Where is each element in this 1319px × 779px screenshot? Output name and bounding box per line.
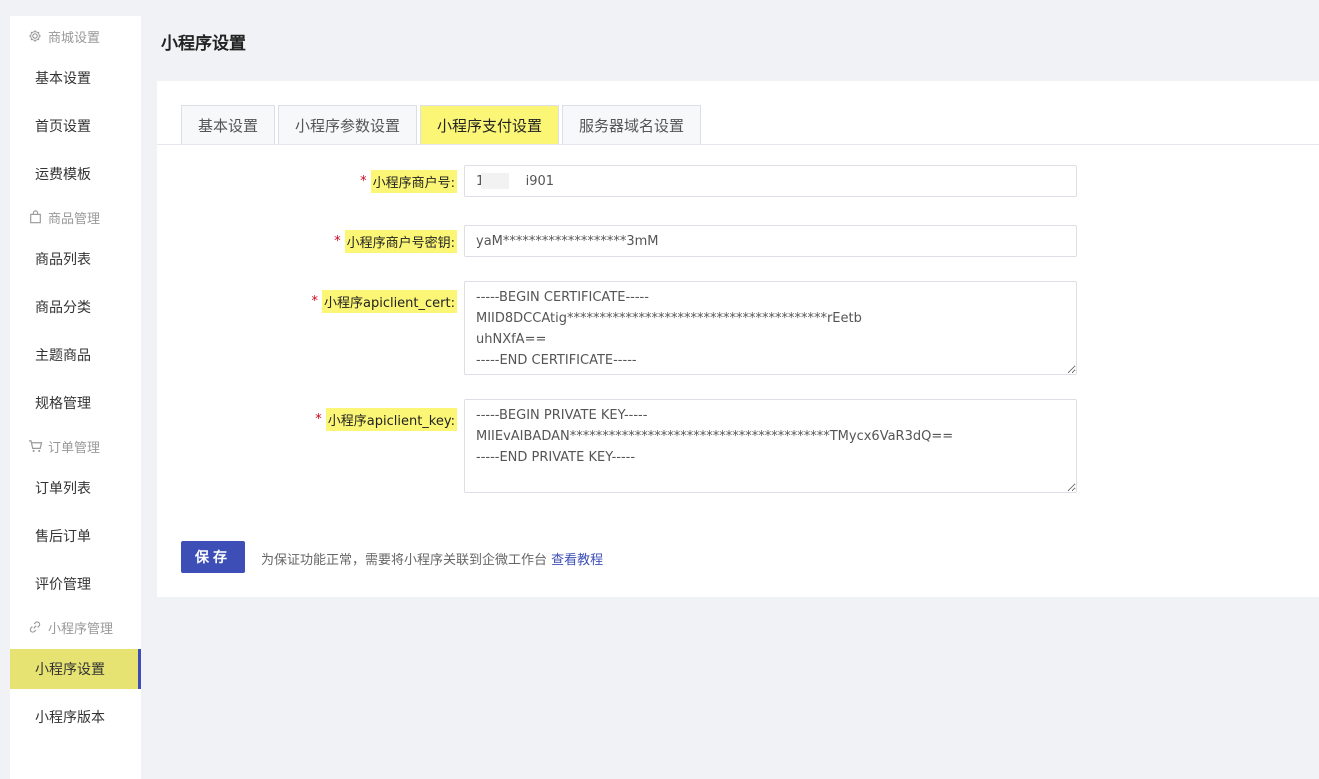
tab-miniprogram-params[interactable]: 小程序参数设置 bbox=[278, 105, 418, 144]
apiclient-key-label-text: 小程序apiclient_key: bbox=[325, 407, 457, 431]
sidebar-item-order-list[interactable]: 订单列表 bbox=[10, 468, 141, 508]
merchant-key-label-text: 小程序商户号密钥: bbox=[344, 229, 457, 253]
link-icon bbox=[27, 619, 43, 635]
sidebar-item-basic-settings[interactable]: 基本设置 bbox=[10, 58, 141, 98]
bag-icon bbox=[27, 209, 43, 225]
page-title-text: 小程序设置 bbox=[161, 33, 246, 54]
required-mark: * bbox=[315, 411, 322, 427]
sidebar-item-product-category[interactable]: 商品分类 bbox=[10, 287, 141, 327]
sidebar-group-label: 订单管理 bbox=[48, 440, 101, 456]
sidebar-item-label: 商品分类 bbox=[35, 300, 91, 316]
sidebar-item-miniprogram-version[interactable]: 小程序版本 bbox=[10, 697, 141, 737]
merchant-id-label-text: 小程序商户号: bbox=[370, 169, 457, 193]
sidebar-item-spec-management[interactable]: 规格管理 bbox=[10, 383, 141, 423]
required-mark: * bbox=[334, 233, 341, 249]
sidebar-item-home-settings[interactable]: 首页设置 bbox=[10, 106, 141, 146]
tab-server-domain[interactable]: 服务器域名设置 bbox=[562, 105, 702, 144]
gear-icon bbox=[27, 28, 43, 44]
merchant-id-label: * 小程序商户号: bbox=[360, 169, 457, 193]
sidebar-item-shipping-template[interactable]: 运费模板 bbox=[10, 154, 141, 194]
merchant-key-input[interactable] bbox=[464, 225, 1077, 257]
sidebar-item-review-management[interactable]: 评价管理 bbox=[10, 564, 141, 604]
settings-card: 基本设置 小程序参数设置 小程序支付设置 服务器域名设置 * 小程序商户号: *… bbox=[157, 81, 1319, 597]
required-mark: * bbox=[311, 293, 318, 309]
sidebar-item-label: 小程序版本 bbox=[35, 710, 105, 726]
sidebar-item-label: 规格管理 bbox=[35, 396, 91, 412]
tabs-divider bbox=[157, 144, 1319, 145]
sidebar-group-order-management: 订单管理 bbox=[10, 434, 100, 458]
cart-icon bbox=[27, 438, 43, 454]
apiclient-key-label: * 小程序apiclient_key: bbox=[315, 407, 457, 431]
sidebar-item-after-sales-orders[interactable]: 售后订单 bbox=[10, 516, 141, 556]
sidebar-item-product-list[interactable]: 商品列表 bbox=[10, 239, 141, 279]
apiclient-cert-label-text: 小程序apiclient_cert: bbox=[321, 289, 457, 313]
sidebar-item-label: 商品列表 bbox=[35, 252, 91, 268]
help-tip: 为保证功能正常，需要将小程序关联到企微工作台 查看教程 bbox=[261, 549, 603, 568]
sidebar-item-theme-products[interactable]: 主题商品 bbox=[10, 335, 141, 375]
sidebar-item-label: 基本设置 bbox=[35, 71, 91, 87]
save-button[interactable]: 保存 bbox=[181, 541, 245, 573]
tab-bar: 基本设置 小程序参数设置 小程序支付设置 服务器域名设置 bbox=[181, 105, 704, 144]
sidebar-group-mall-settings: 商城设置 bbox=[10, 24, 100, 48]
help-tip-text: 为保证功能正常，需要将小程序关联到企微工作台 bbox=[261, 553, 548, 568]
tab-label: 服务器域名设置 bbox=[579, 116, 685, 135]
sidebar-item-label: 订单列表 bbox=[35, 481, 91, 497]
page-title: 小程序设置 bbox=[141, 16, 1319, 66]
merchant-key-label: * 小程序商户号密钥: bbox=[334, 229, 457, 253]
required-mark: * bbox=[360, 173, 367, 189]
apiclient-key-textarea[interactable]: -----BEGIN PRIVATE KEY----- MIIEvAIBADAN… bbox=[464, 399, 1077, 493]
sidebar-item-label: 小程序设置 bbox=[35, 662, 105, 678]
merchant-id-input[interactable] bbox=[464, 165, 1077, 197]
sidebar-group-label: 商品管理 bbox=[48, 211, 101, 227]
tab-miniprogram-payment[interactable]: 小程序支付设置 bbox=[420, 105, 560, 144]
sidebar-group-label: 商城设置 bbox=[48, 30, 101, 46]
sidebar-item-label: 售后订单 bbox=[35, 529, 91, 545]
tab-label: 小程序参数设置 bbox=[295, 116, 401, 135]
sidebar-group-miniprogram-management: 小程序管理 bbox=[10, 615, 113, 639]
sidebar-group-product-management: 商品管理 bbox=[10, 205, 100, 229]
sidebar-item-label: 评价管理 bbox=[35, 577, 91, 593]
sidebar-item-label: 主题商品 bbox=[35, 348, 91, 364]
sidebar-item-label: 运费模板 bbox=[35, 167, 91, 183]
tab-label: 基本设置 bbox=[198, 116, 259, 135]
tab-label: 小程序支付设置 bbox=[437, 116, 543, 135]
sidebar: 商城设置 基本设置 首页设置 运费模板 商品管理 商品列表 商品分类 主题商品 … bbox=[10, 16, 141, 779]
sidebar-item-miniprogram-settings[interactable]: 小程序设置 bbox=[10, 649, 141, 689]
view-tutorial-link[interactable]: 查看教程 bbox=[551, 553, 603, 568]
apiclient-cert-label: * 小程序apiclient_cert: bbox=[311, 289, 457, 313]
sidebar-item-label: 首页设置 bbox=[35, 119, 91, 135]
apiclient-cert-textarea[interactable]: -----BEGIN CERTIFICATE----- MIID8DCCAtig… bbox=[464, 281, 1077, 375]
sidebar-group-label: 小程序管理 bbox=[48, 621, 114, 637]
tab-basic-settings[interactable]: 基本设置 bbox=[181, 105, 276, 144]
redaction-mask bbox=[481, 173, 509, 189]
